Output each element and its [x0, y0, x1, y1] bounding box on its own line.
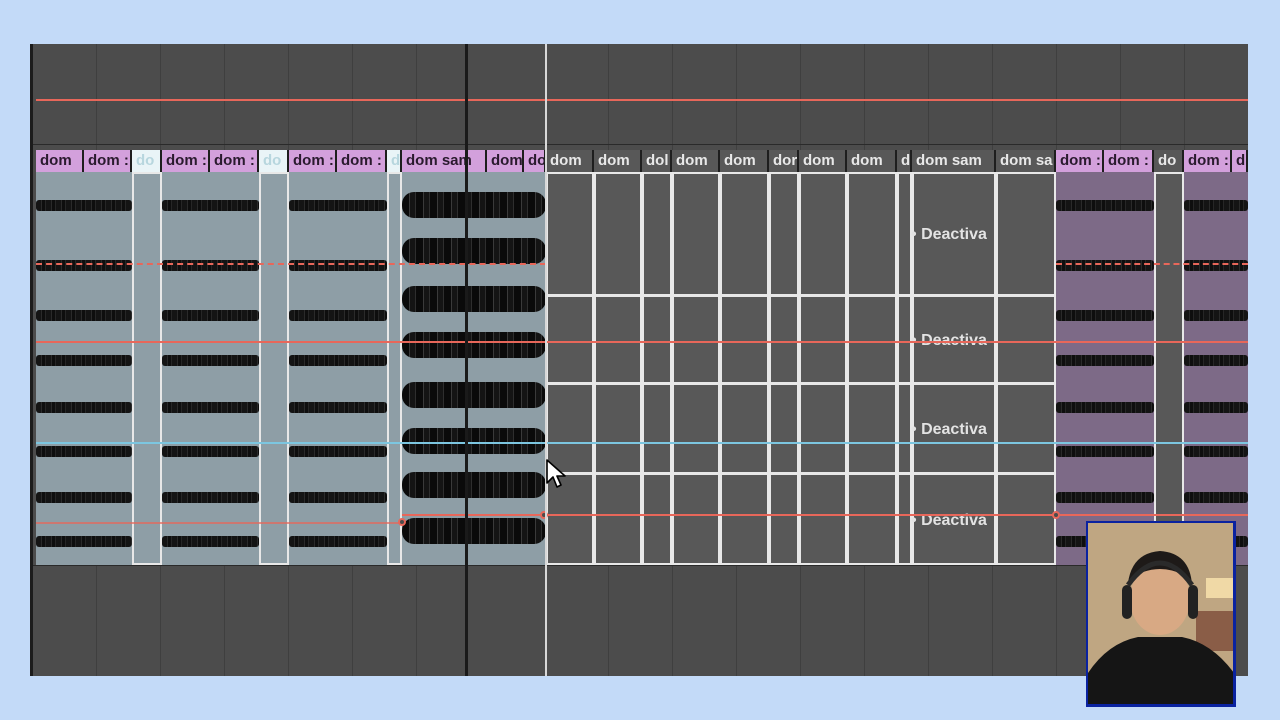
clip-header-inactive[interactable]: do	[1154, 150, 1184, 172]
inactive-clip[interactable]	[897, 172, 912, 565]
inactive-clip[interactable]	[672, 172, 720, 565]
clip-header-inactive[interactable]: dom	[847, 150, 897, 172]
audio-clip[interactable]	[36, 172, 132, 565]
clip-header[interactable]: dom :	[84, 150, 132, 172]
clip-row-divider	[546, 382, 1056, 385]
inactive-clip[interactable]	[847, 172, 897, 565]
clip-header-inactive[interactable]: dol	[642, 150, 672, 172]
inactive-clip[interactable]	[996, 172, 1056, 565]
audio-clip[interactable]	[289, 172, 387, 565]
automation-breakpoint[interactable]	[398, 518, 406, 526]
clip-header[interactable]: dom :	[1104, 150, 1154, 172]
inactive-clip[interactable]	[720, 172, 769, 565]
automation-line-dashed[interactable]	[1056, 263, 1248, 265]
clip-header[interactable]: dom :	[337, 150, 387, 172]
lane-divider	[33, 565, 1248, 566]
clip-header-inactive[interactable]: dom sa	[996, 150, 1056, 172]
audio-clip-purple[interactable]	[1184, 172, 1248, 565]
clip-header[interactable]: do	[524, 150, 546, 172]
audio-clip-empty[interactable]	[259, 172, 289, 565]
clip-row-divider	[546, 294, 1056, 297]
clip-header[interactable]: dom sam	[402, 150, 487, 172]
clip-header-inactive[interactable]: dom	[799, 150, 847, 172]
clip-header[interactable]: dom	[36, 150, 84, 172]
automation-breakpoint[interactable]	[1052, 511, 1060, 519]
inactive-clip[interactable]	[642, 172, 672, 565]
clip-header[interactable]: dom :	[1184, 150, 1232, 172]
automation-line[interactable]	[36, 341, 1248, 343]
webcam-overlay	[1086, 521, 1236, 707]
lane-divider	[33, 144, 1248, 145]
audio-clip-loud[interactable]	[402, 172, 546, 565]
clip-header[interactable]: d	[1232, 150, 1248, 172]
audio-clip-empty[interactable]	[387, 172, 402, 565]
selection-boundary-line[interactable]	[545, 44, 547, 676]
clip-header[interactable]: dom :	[1056, 150, 1104, 172]
clip-header-inactive[interactable]: dom	[594, 150, 642, 172]
clip-header-inactive[interactable]: dom sam	[912, 150, 996, 172]
clip-header-inactive[interactable]: d	[897, 150, 912, 172]
playhead-line[interactable]	[465, 44, 468, 676]
audio-clip[interactable]	[162, 172, 259, 565]
automation-line-dashed[interactable]	[36, 263, 546, 265]
automation-line-top[interactable]	[36, 99, 1248, 101]
deactivated-label: • Deactiva	[911, 226, 987, 243]
deactivated-label: • Deactiva	[911, 421, 987, 438]
inactive-clip[interactable]	[799, 172, 847, 565]
clip-header[interactable]: dom :	[162, 150, 210, 172]
clip-header-inactive[interactable]: dom	[720, 150, 769, 172]
automation-line[interactable]	[402, 514, 1248, 516]
presenter-avatar	[1088, 523, 1233, 704]
inactive-clip[interactable]	[546, 172, 594, 565]
clip-header-inactive[interactable]: dom	[672, 150, 720, 172]
clip-header[interactable]: dom :	[289, 150, 337, 172]
clip-header-inactive[interactable]: dor	[769, 150, 799, 172]
audio-clip-purple[interactable]	[1056, 172, 1154, 565]
automation-line-blue[interactable]	[36, 442, 1248, 444]
automation-line[interactable]	[36, 522, 402, 524]
inactive-clip[interactable]	[1154, 172, 1184, 565]
inactive-clip[interactable]	[594, 172, 642, 565]
audio-clip-empty[interactable]	[132, 172, 162, 565]
clip-header[interactable]: d	[387, 150, 402, 172]
clip-header[interactable]: dom :	[210, 150, 259, 172]
clip-header[interactable]: do	[259, 150, 289, 172]
clip-row-divider	[546, 472, 1056, 475]
clip-header[interactable]: dom	[487, 150, 524, 172]
arrangement-view[interactable]: dom dom : do dom : dom : do dom : dom : …	[30, 44, 1248, 676]
arrow-cursor-icon	[546, 459, 566, 488]
inactive-clip[interactable]	[769, 172, 799, 565]
clip-header[interactable]: do	[132, 150, 162, 172]
clip-header-inactive[interactable]: dom	[546, 150, 594, 172]
